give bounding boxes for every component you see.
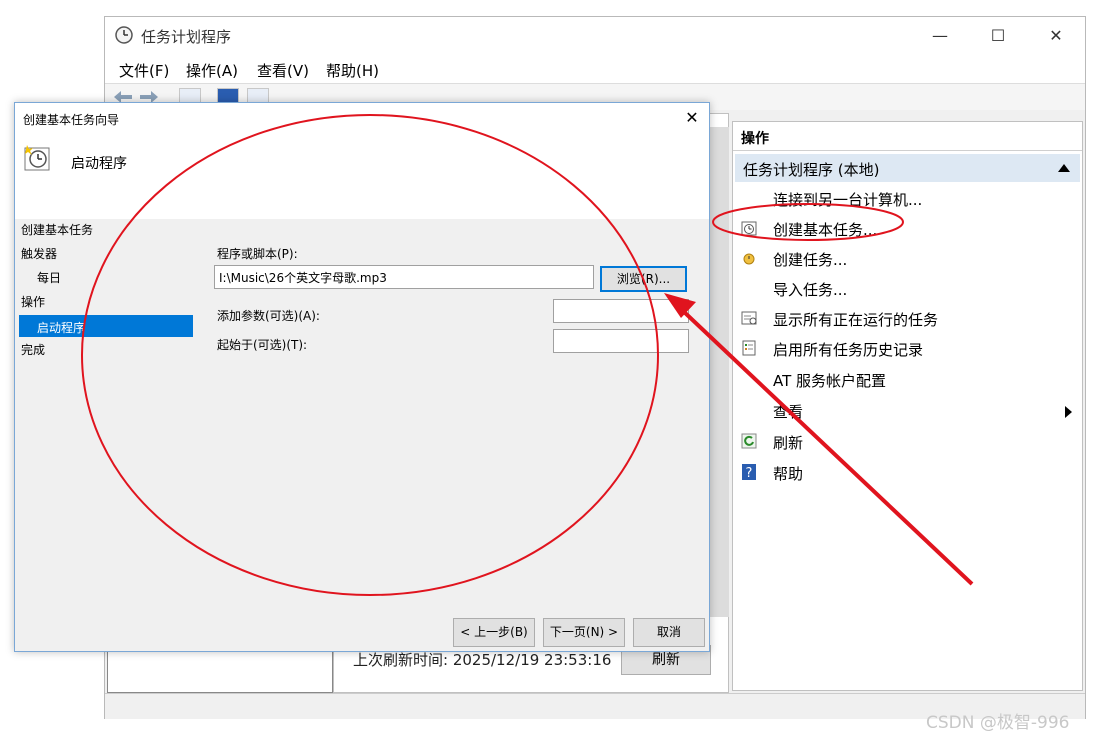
menu-bar: 文件(F) 操作(A) 查看(V) 帮助(H)	[105, 55, 1085, 84]
clock-icon	[115, 26, 133, 44]
browse-button[interactable]: 浏览(R)...	[600, 266, 687, 292]
menu-action[interactable]: 操作(A)	[186, 60, 238, 81]
actions-header: 操作	[733, 122, 1082, 151]
action-at-service[interactable]: AT 服务帐户配置	[733, 365, 1082, 395]
step-trigger: 触发器	[21, 247, 58, 261]
actions-header-label: 操作	[741, 131, 769, 147]
next-button[interactable]: 下一页(N) >	[543, 618, 625, 647]
step-daily: 每日	[37, 271, 62, 285]
submenu-arrow-icon	[1065, 406, 1072, 418]
step-start-program: 启动程序	[37, 321, 86, 335]
refresh-icon	[741, 433, 757, 449]
program-input[interactable]	[214, 265, 594, 289]
title-bar: 任务计划程序 — ☐ ✕	[105, 17, 1085, 55]
menu-file[interactable]: 文件(F)	[119, 60, 169, 81]
window-title: 任务计划程序	[141, 28, 232, 46]
dialog-close-button[interactable]: ✕	[677, 105, 707, 131]
actions-pane: 操作 任务计划程序 (本地) 连接到另一台计算机... 创建基本任务... 创建…	[732, 121, 1083, 691]
running-tasks-icon	[741, 311, 757, 325]
action-label: 帮助	[773, 465, 804, 483]
scrollbar[interactable]	[709, 127, 729, 617]
maximize-button[interactable]: ☐	[969, 17, 1027, 55]
step-action: 操作	[21, 295, 46, 309]
action-label: 导入任务...	[773, 281, 848, 299]
minimize-button[interactable]: —	[911, 17, 969, 55]
menu-help[interactable]: 帮助(H)	[326, 60, 379, 81]
dialog-title-bar: 创建基本任务向导 ✕	[15, 103, 709, 133]
step-start-program-selected: 启动程序	[19, 315, 193, 337]
program-label: 程序或脚本(P):	[217, 247, 298, 261]
actions-group-label: 任务计划程序 (本地)	[743, 161, 880, 179]
action-show-running[interactable]: 显示所有正在运行的任务	[733, 304, 1082, 334]
action-label: 创建基本任务...	[773, 221, 878, 239]
actions-group-header[interactable]: 任务计划程序 (本地)	[735, 154, 1080, 182]
action-create-task[interactable]: 创建任务...	[733, 244, 1082, 274]
action-label: AT 服务帐户配置	[773, 372, 887, 390]
startin-input[interactable]	[553, 329, 689, 353]
help-icon: ?	[742, 464, 756, 480]
cancel-button[interactable]: 取消	[633, 618, 705, 647]
action-connect[interactable]: 连接到另一台计算机...	[733, 184, 1082, 214]
startin-label: 起始于(可选)(T):	[217, 338, 308, 352]
action-help[interactable]: ? 帮助	[733, 458, 1082, 488]
close-button[interactable]: ✕	[1027, 17, 1085, 55]
action-refresh[interactable]: 刷新	[733, 427, 1082, 457]
tree-pane	[107, 647, 333, 693]
action-label: 创建任务...	[773, 251, 848, 269]
action-label: 显示所有正在运行的任务	[773, 311, 939, 329]
action-enable-history[interactable]: 启用所有任务历史记录	[733, 334, 1082, 364]
action-label: 查看	[773, 403, 804, 421]
clock-wizard-icon	[24, 145, 50, 171]
step-create-basic-task: 创建基本任务	[21, 223, 94, 237]
svg-text:?: ?	[746, 466, 753, 480]
step-finish: 完成	[21, 343, 46, 357]
create-basic-task-wizard: 创建基本任务向导 ✕ 启动程序 创建基本任务 触发器 每日 操作 启动程序 完成…	[14, 102, 710, 652]
menu-view[interactable]: 查看(V)	[257, 60, 309, 81]
history-icon	[742, 340, 756, 356]
create-task-icon	[743, 253, 755, 265]
collapse-triangle-icon[interactable]	[1058, 164, 1070, 172]
action-label: 连接到另一台计算机...	[773, 191, 923, 209]
dialog-heading: 启动程序	[71, 156, 127, 172]
last-refresh-text: 上次刷新时间: 2025/12/19 23:53:16	[353, 651, 612, 669]
action-label: 刷新	[773, 434, 804, 452]
action-label: 启用所有任务历史记录	[773, 341, 924, 359]
args-input[interactable]	[553, 299, 689, 323]
action-create-basic-task[interactable]: 创建基本任务...	[733, 214, 1082, 244]
clock-wizard-icon	[741, 221, 757, 236]
watermark: CSDN @极智-996	[926, 713, 1070, 733]
action-view[interactable]: 查看	[733, 396, 1082, 426]
back-button[interactable]: < 上一步(B)	[453, 618, 535, 647]
action-import-task[interactable]: 导入任务...	[733, 274, 1082, 304]
dialog-title: 创建基本任务向导	[23, 113, 120, 127]
args-label: 添加参数(可选)(A):	[217, 309, 320, 323]
dialog-header: 启动程序	[15, 133, 709, 219]
